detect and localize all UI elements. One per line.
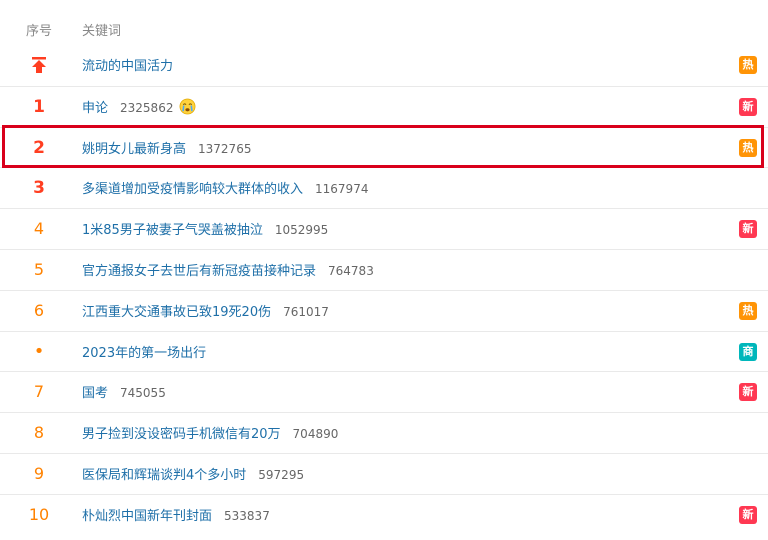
rank-number: 5	[33, 260, 45, 279]
search-count: 1372765	[198, 142, 252, 156]
keyword-link[interactable]: 姚明女儿最新身高	[82, 142, 186, 157]
rank-number: 9	[33, 464, 45, 483]
rank-number: 7	[33, 382, 45, 401]
rank-number: 4	[33, 219, 45, 238]
keyword-cell: 2023年的第一场出行	[82, 332, 206, 372]
keyword-link[interactable]: 多渠道增加受疫情影响较大群体的收入	[82, 182, 303, 197]
table-row[interactable]: 8 男子捡到没设密码手机微信有20万 704890	[0, 412, 768, 453]
table-row[interactable]: 5 官方通报女子去世后有新冠疫苗接种记录 764783	[0, 249, 768, 290]
keyword-link[interactable]: 官方通报女子去世后有新冠疫苗接种记录	[82, 264, 316, 279]
hot-badge: 热	[739, 56, 757, 74]
keyword-cell: 江西重大交通事故已致19死20伤 761017	[82, 291, 329, 331]
hot-badge: 热	[739, 139, 757, 157]
rank-number: 10	[28, 505, 50, 524]
table-row[interactable]: 4 1米85男子被妻子气哭盖被抽泣 1052995 新	[0, 208, 768, 249]
table-row[interactable]: 7 国考 745055 新	[0, 371, 768, 412]
keyword-cell: 医保局和辉瑞谈判4个多小时 597295	[82, 454, 304, 494]
keyword-link[interactable]: 申论	[82, 101, 108, 116]
rank-number: •	[33, 341, 45, 362]
keyword-cell: 姚明女儿最新身高 1372765	[82, 128, 251, 168]
table-row[interactable]: 10 朴灿烈中国新年刊封面 533837 新	[0, 494, 768, 535]
list-header: 序号 关键词	[0, 8, 768, 48]
keyword-cell: 1米85男子被妻子气哭盖被抽泣 1052995	[82, 209, 328, 249]
new-badge: 新	[739, 220, 757, 238]
search-count: 704890	[292, 427, 339, 441]
table-row[interactable]: 2 姚明女儿最新身高 1372765 热	[0, 127, 768, 168]
search-count: 533837	[224, 509, 270, 523]
pin-top-icon	[32, 57, 46, 73]
keyword-link[interactable]: 朴灿烈中国新年刊封面	[82, 509, 212, 524]
hot-badge: 热	[739, 302, 757, 320]
crying-face-emoji	[180, 98, 196, 115]
search-count: 1167974	[315, 182, 369, 196]
search-count: 761017	[283, 305, 329, 319]
ad-badge: 商	[739, 343, 757, 361]
keyword-link[interactable]: 江西重大交通事故已致19死20伤	[82, 305, 271, 320]
search-count: 597295	[258, 468, 305, 482]
search-count: 2325862	[120, 101, 174, 115]
keyword-link[interactable]: 2023年的第一场出行	[82, 346, 206, 361]
keyword-link[interactable]: 医保局和辉瑞谈判4个多小时	[82, 468, 246, 483]
rank-column-header: 序号	[26, 24, 53, 39]
rank-number: 6	[33, 301, 45, 320]
keyword-cell: 男子捡到没设密码手机微信有20万 704890	[82, 413, 338, 453]
keyword-cell: 多渠道增加受疫情影响较大群体的收入 1167974	[82, 168, 368, 208]
search-count: 764783	[328, 264, 374, 278]
rank-number: 3	[33, 178, 45, 198]
keyword-link[interactable]: 1米85男子被妻子气哭盖被抽泣	[82, 223, 263, 238]
keyword-cell: 国考 745055	[82, 372, 166, 412]
search-count: 1052995	[274, 223, 329, 237]
keyword-link[interactable]: 国考	[82, 386, 108, 401]
table-row[interactable]: 流动的中国活力 热	[0, 45, 768, 85]
keyword-link[interactable]: 流动的中国活力	[82, 59, 173, 74]
rank-number: 8	[33, 423, 45, 442]
keyword-cell: 朴灿烈中国新年刊封面 533837	[82, 495, 270, 535]
keyword-cell: 流动的中国活力	[82, 45, 173, 85]
keyword-column-header: 关键词	[82, 24, 122, 39]
keyword-link[interactable]: 男子捡到没设密码手机微信有20万	[82, 427, 281, 442]
keyword-cell: 申论 2325862	[82, 87, 196, 127]
rank-number: 1	[33, 97, 45, 117]
table-row[interactable]: 6 江西重大交通事故已致19死20伤 761017 热	[0, 290, 768, 331]
keyword-cell: 官方通报女子去世后有新冠疫苗接种记录 764783	[82, 250, 374, 290]
new-badge: 新	[739, 506, 757, 524]
table-row[interactable]: 3 多渠道增加受疫情影响较大群体的收入 1167974	[0, 167, 768, 208]
new-badge: 新	[739, 98, 757, 116]
table-row[interactable]: 1 申论 2325862 新	[0, 86, 768, 127]
search-count: 745055	[120, 386, 166, 400]
new-badge: 新	[739, 383, 757, 401]
table-row[interactable]: • 2023年的第一场出行 商	[0, 331, 768, 372]
rank-number: 2	[33, 138, 45, 158]
table-row[interactable]: 9 医保局和辉瑞谈判4个多小时 597295	[0, 453, 768, 494]
